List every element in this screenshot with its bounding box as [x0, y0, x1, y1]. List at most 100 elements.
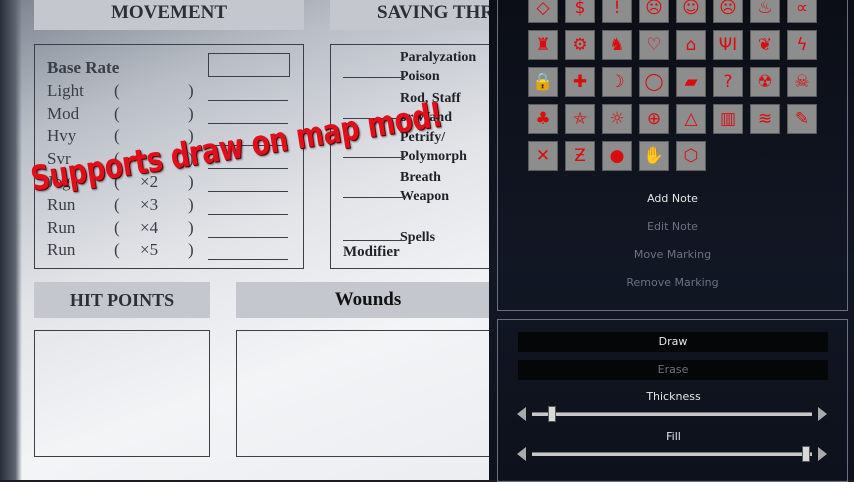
fill-increase-arrow[interactable]: [818, 447, 827, 461]
movement-value-line[interactable]: [208, 191, 288, 192]
saving-throw-line[interactable]: [343, 77, 405, 78]
thickness-increase-arrow[interactable]: [818, 407, 827, 421]
base-rate-field[interactable]: [208, 53, 290, 77]
saving-throw-line2: Poison: [400, 69, 440, 84]
paren-open: (: [114, 126, 120, 146]
remove-marking-button[interactable]: Remove Marking: [497, 276, 848, 289]
question-icon[interactable]: ?: [713, 67, 743, 97]
paren-open: (: [114, 80, 120, 100]
boot-icon[interactable]: ♞: [602, 30, 632, 60]
saving-throw-line1: Spells: [400, 230, 436, 245]
saving-throw-label: Spells: [400, 228, 488, 247]
fish-icon[interactable]: ∝: [787, 0, 817, 23]
wounds-box[interactable]: [236, 330, 502, 457]
movement-multiplier: ×5: [140, 240, 159, 260]
dot-icon[interactable]: ●: [602, 141, 632, 171]
movement-row-label: Run: [47, 217, 76, 237]
z-mark-icon[interactable]: Ƶ: [565, 141, 595, 171]
saving-throw-label: Breath Weapon: [400, 168, 488, 206]
edit-note-button[interactable]: Edit Note: [497, 220, 848, 233]
saving-throw-line[interactable]: [343, 157, 405, 158]
angry-face-icon[interactable]: ☹: [639, 0, 669, 23]
dollar-icon[interactable]: $: [565, 0, 595, 23]
move-marking-button[interactable]: Move Marking: [497, 248, 848, 261]
moon-icon[interactable]: ☽: [602, 67, 632, 97]
movement-row-label: Base Rate: [47, 58, 120, 77]
draw-button[interactable]: Draw: [518, 332, 828, 352]
movement-row-label: Run: [47, 240, 76, 260]
paren-open: (: [114, 103, 120, 123]
movement-value-line[interactable]: [208, 259, 288, 261]
fork-knife-icon[interactable]: ΨΙ: [713, 30, 743, 60]
thickness-label: Thickness: [646, 390, 701, 403]
medical-cross-icon[interactable]: ✚: [565, 67, 595, 97]
saving-throw-line2: Polymorph: [400, 149, 467, 164]
modifier-line[interactable]: [343, 240, 405, 241]
movement-row-label: Hvy: [47, 126, 77, 146]
skull-icon[interactable]: ☠: [787, 67, 817, 97]
movement-row-label: Mod: [47, 103, 80, 123]
fill-track[interactable]: [532, 452, 812, 456]
sheet-left-shadow: [0, 0, 22, 480]
saving-throw-line1: Breath: [400, 170, 441, 185]
bandage-icon[interactable]: ▰: [676, 67, 706, 97]
ring-icon[interactable]: ◯: [639, 67, 669, 97]
paren-close: ): [188, 194, 194, 214]
saving-throw-line2: Weapon: [400, 189, 450, 204]
movement-multiplier: ×3: [140, 194, 159, 214]
movement-value-line[interactable]: [208, 236, 288, 238]
saving-throw-line1: Paralyzation: [400, 50, 477, 65]
lock-icon[interactable]: 🔒: [528, 67, 558, 97]
saving-throws-header: SAVING THROWS: [330, 0, 500, 30]
hit-points-box[interactable]: [34, 330, 210, 457]
radiation-icon[interactable]: ☢: [750, 67, 780, 97]
claw-icon[interactable]: ✋: [639, 141, 669, 171]
exclamation-icon[interactable]: !: [602, 0, 632, 23]
pentagram-icon[interactable]: ⛤: [565, 104, 595, 134]
neutral-face-icon[interactable]: ☹: [713, 0, 743, 23]
cube-icon[interactable]: ⬡: [676, 141, 706, 171]
erase-button[interactable]: Erase: [518, 360, 828, 380]
smile-face-icon[interactable]: ☺: [676, 0, 706, 23]
paren-close: ): [188, 80, 194, 100]
paren-close: ): [188, 217, 194, 237]
paren-close: ): [188, 103, 194, 123]
bucket-icon[interactable]: ♜: [528, 30, 558, 60]
hit-points-header: HIT POINTS: [34, 282, 210, 318]
paren-close: ): [188, 240, 194, 260]
flame-icon[interactable]: ♨: [750, 0, 780, 23]
bars-icon[interactable]: ▥: [713, 104, 743, 134]
saving-throw-label: Paralyzation Poison: [400, 48, 488, 86]
dragon-icon[interactable]: ♣: [528, 104, 558, 134]
movement-header: MOVEMENT: [34, 0, 304, 30]
waves-icon[interactable]: ≋: [750, 104, 780, 134]
wrench-icon[interactable]: ✎: [787, 104, 817, 134]
movement-value-line[interactable]: [208, 99, 288, 101]
house-icon[interactable]: ⌂: [676, 30, 706, 60]
movement-multiplier: ×4: [140, 217, 159, 237]
lightning-icon[interactable]: ϟ: [787, 30, 817, 60]
heart-icon[interactable]: ♡: [639, 30, 669, 60]
modifier-label: Modifier: [343, 244, 400, 260]
fill-slider-handle[interactable]: [802, 446, 811, 462]
wounds-header: Wounds: [236, 282, 500, 318]
draw-frame: Draw Erase Thickness Fill: [497, 319, 848, 482]
fill-decrease-arrow[interactable]: [517, 447, 526, 461]
thickness-slider-handle[interactable]: [547, 406, 556, 422]
sun-icon[interactable]: ☼: [602, 104, 632, 134]
movement-value-line[interactable]: [208, 213, 288, 215]
saving-throw-line[interactable]: [343, 197, 405, 198]
thickness-decrease-arrow[interactable]: [517, 407, 526, 421]
diamond-icon[interactable]: ◇: [528, 0, 558, 23]
x-mark-icon[interactable]: ✕: [528, 141, 558, 171]
movement-row-label: Light: [47, 80, 84, 100]
movement-row-label: Run: [47, 194, 76, 214]
leaf-icon[interactable]: ❦: [750, 30, 780, 60]
gear-icon[interactable]: ⚙: [565, 30, 595, 60]
crosshair-icon[interactable]: ⊕: [639, 104, 669, 134]
map-marking-panel: ◇ $! ☹ ☺ ☹ ♨ ∝ ♜ ⚙ ♞ ♡ ⌂ ΨΙ ❦ ϟ 🔒 ✚ ☽ ◯ ▰? ☢ ☠ ♣ ⛤ ☼ ⊕ △ ▥ ≋ ✎ ✕ Ƶ ● ✋ ⬡ A…: [489, 0, 854, 482]
add-note-button[interactable]: Add Note: [497, 192, 848, 205]
thickness-track[interactable]: [532, 412, 812, 416]
paren-open: (: [114, 240, 120, 260]
tent-icon[interactable]: △: [676, 104, 706, 134]
